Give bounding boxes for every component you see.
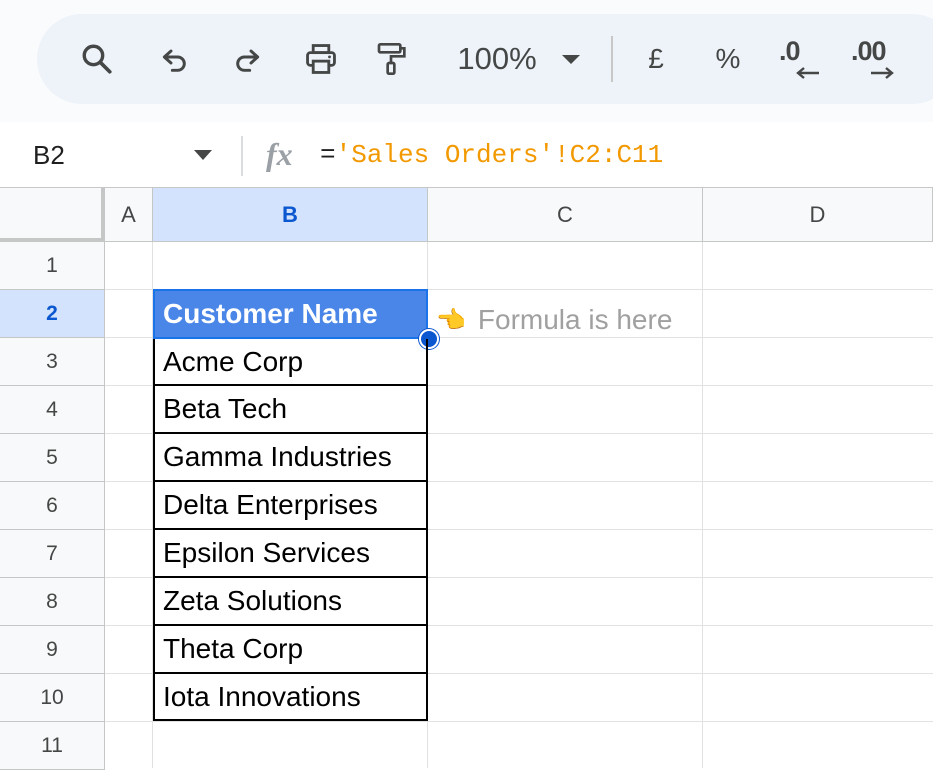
formula-equals: =: [320, 140, 336, 170]
column-header-b[interactable]: B: [153, 188, 428, 242]
row-header-8[interactable]: 8: [0, 578, 105, 626]
cell-b4[interactable]: Beta Tech: [153, 386, 428, 434]
fx-icon: fx: [266, 136, 293, 172]
row-header-3[interactable]: 3: [0, 338, 105, 386]
cell-b8[interactable]: Zeta Solutions: [153, 578, 428, 626]
percent-format-button[interactable]: %: [711, 14, 745, 104]
increase-decimal-button[interactable]: .00: [851, 14, 901, 104]
formula-range-reference: 'Sales Orders'!C2:C11: [335, 140, 664, 170]
row-header-4[interactable]: 4: [0, 386, 105, 434]
column-header-a[interactable]: A: [105, 188, 153, 242]
decrease-decimal-icon: .0: [779, 34, 823, 84]
cell-b10[interactable]: Iota Innovations: [153, 674, 428, 721]
pound-icon: £: [648, 43, 664, 74]
toolbar: 100% £ % .0 .00: [37, 14, 933, 104]
print-button[interactable]: [299, 14, 343, 104]
row-header-11[interactable]: 11: [0, 722, 105, 770]
toolbar-divider: [611, 36, 613, 82]
cell-b9[interactable]: Theta Corp: [153, 626, 428, 674]
row-header-10[interactable]: 10: [0, 674, 105, 722]
zoom-value: 100%: [457, 41, 537, 76]
percent-icon: %: [715, 43, 741, 74]
select-all-corner[interactable]: [0, 188, 105, 242]
row-header-2[interactable]: 2: [0, 290, 105, 338]
undo-icon: [162, 49, 186, 72]
print-icon: [306, 44, 336, 74]
row-header-7[interactable]: 7: [0, 530, 105, 578]
search-icon: [82, 44, 112, 74]
chevron-down-icon: [562, 55, 580, 64]
redo-button[interactable]: [227, 14, 267, 104]
currency-format-button[interactable]: £: [641, 14, 671, 104]
gridline: [105, 721, 933, 722]
paint-format-button[interactable]: [371, 14, 411, 104]
spreadsheet-grid: A B C D 1 2 3 4 5 6 7 8 9 10 11 Customer…: [0, 188, 933, 770]
column-header-d[interactable]: D: [703, 188, 933, 242]
increase-decimal-icon: .00: [851, 34, 901, 84]
cell-b6[interactable]: Delta Enterprises: [153, 482, 428, 530]
cell-b5[interactable]: Gamma Industries: [153, 434, 428, 482]
toolbar-area: 100% £ % .0 .00: [0, 0, 933, 122]
formula-bar-divider: [241, 136, 243, 176]
formula-input[interactable]: ='Sales Orders'!C2:C11: [320, 140, 663, 170]
name-box-dropdown-icon[interactable]: [194, 150, 212, 160]
column-header-c[interactable]: C: [428, 188, 703, 242]
name-box[interactable]: B2: [33, 140, 65, 171]
row-header-1[interactable]: 1: [0, 242, 105, 290]
row-header-9[interactable]: 9: [0, 626, 105, 674]
formula-annotation: 👈 Formula is here: [436, 296, 672, 344]
annotation-text: Formula is here: [477, 304, 673, 335]
cell-b7[interactable]: Epsilon Services: [153, 530, 428, 578]
search-button[interactable]: [77, 14, 117, 104]
zoom-dropdown[interactable]: [559, 14, 583, 104]
row-header-6[interactable]: 6: [0, 482, 105, 530]
undo-button[interactable]: [155, 14, 195, 104]
cell-b3[interactable]: Acme Corp: [153, 339, 428, 386]
formula-bar: B2 fx ='Sales Orders'!C2:C11: [0, 122, 933, 188]
paint-format-icon: [377, 42, 406, 75]
row-header-5[interactable]: 5: [0, 434, 105, 482]
zoom-select[interactable]: 100%: [447, 14, 547, 104]
decrease-decimal-button[interactable]: .0: [779, 14, 823, 104]
gridline: [702, 242, 703, 768]
redo-icon: [236, 49, 260, 72]
cell-b2[interactable]: Customer Name: [153, 289, 428, 339]
pointing-hand-icon: 👈: [436, 306, 466, 334]
